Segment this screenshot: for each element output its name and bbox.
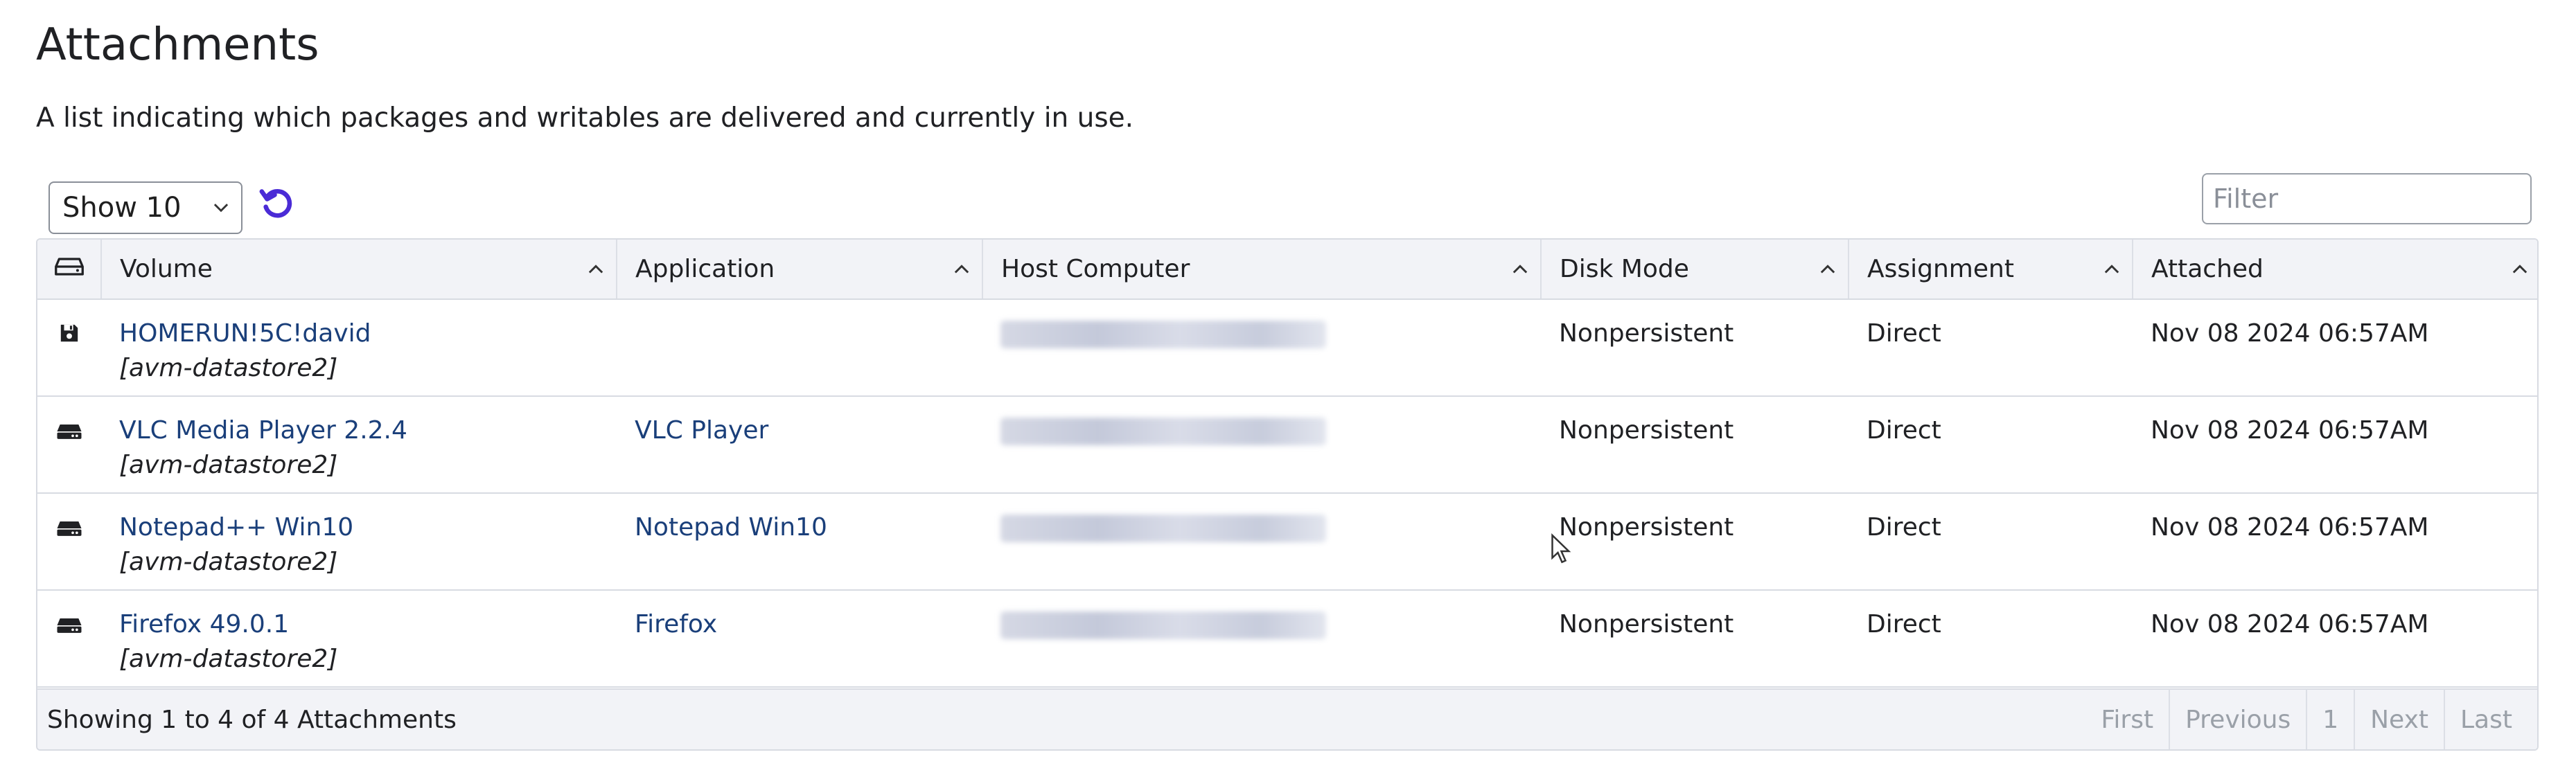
column-header-attached[interactable]: Attached	[2133, 240, 2537, 300]
table-row: HOMERUN!5C!david [avm-datastore2] Nonper…	[37, 299, 2537, 396]
assignment-cell: Direct	[1867, 416, 1941, 445]
attached-cell: Nov 08 2024 06:57AM	[2151, 416, 2429, 445]
volume-link[interactable]: Firefox 49.0.1	[119, 607, 599, 642]
package-drive-icon	[57, 425, 82, 439]
assignment-cell: Direct	[1867, 513, 1941, 542]
assignment-cell: Direct	[1867, 319, 1941, 348]
package-drive-icon	[57, 521, 82, 536]
host-computer-redacted	[1000, 418, 1326, 445]
page: Attachments A list indicating which pack…	[0, 0, 2576, 768]
mouse-cursor-icon	[1551, 533, 1571, 564]
pagination-first[interactable]: First	[2085, 689, 2169, 749]
sort-asc-icon	[2104, 265, 2119, 274]
volume-link[interactable]: HOMERUN!5C!david	[119, 316, 599, 351]
attached-cell: Nov 08 2024 06:57AM	[2151, 319, 2429, 348]
page-title: Attachments	[36, 19, 319, 71]
table-header-row: Volume Application Host Computer Disk Mo…	[37, 240, 2537, 300]
chevron-down-icon	[213, 204, 229, 213]
sort-asc-icon	[1820, 265, 1835, 274]
application-cell	[617, 299, 982, 396]
column-header-volume[interactable]: Volume	[101, 240, 617, 300]
volume-link[interactable]: VLC Media Player 2.2.4	[119, 413, 599, 448]
refresh-icon[interactable]	[258, 184, 297, 223]
pagination-previous[interactable]: Previous	[2169, 689, 2306, 749]
host-computer-redacted	[1000, 611, 1326, 639]
drive-icon	[54, 258, 84, 276]
volume-datastore: [avm-datastore2]	[119, 548, 338, 576]
page-size-select[interactable]: Show 10	[48, 181, 242, 234]
volume-cell: Firefox 49.0.1 [avm-datastore2]	[101, 590, 617, 687]
host-computer-cell	[982, 590, 1541, 687]
volume-cell: Notepad++ Win10 [avm-datastore2]	[101, 493, 617, 590]
volume-datastore: [avm-datastore2]	[119, 451, 338, 479]
filter-input[interactable]	[2202, 173, 2532, 224]
sort-asc-icon	[588, 265, 603, 274]
attached-cell: Nov 08 2024 06:57AM	[2151, 513, 2429, 542]
row-type-cell	[37, 493, 101, 590]
host-computer-redacted	[1000, 515, 1326, 542]
row-type-cell	[37, 299, 101, 396]
package-drive-icon	[57, 618, 82, 633]
page-description: A list indicating which packages and wri…	[36, 102, 1134, 134]
table-row: Notepad++ Win10 [avm-datastore2] Notepad…	[37, 493, 2537, 590]
pagination-info: Showing 1 to 4 of 4 Attachments	[47, 705, 457, 734]
application-cell: Notepad Win10	[617, 493, 982, 590]
attachments-table: Volume Application Host Computer Disk Mo…	[36, 238, 2539, 751]
attached-cell: Nov 08 2024 06:57AM	[2151, 610, 2429, 638]
row-type-cell	[37, 396, 101, 493]
disk-mode-cell: Nonpersistent	[1559, 416, 1734, 445]
host-computer-cell	[982, 396, 1541, 493]
column-header-disk-mode[interactable]: Disk Mode	[1541, 240, 1849, 300]
host-computer-cell	[982, 299, 1541, 396]
volume-link[interactable]: Notepad++ Win10	[119, 510, 599, 545]
disk-mode-cell: Nonpersistent	[1559, 513, 1734, 542]
disk-mode-cell: Nonpersistent	[1559, 610, 1734, 638]
column-header-host-computer[interactable]: Host Computer	[982, 240, 1542, 300]
volume-datastore: [avm-datastore2]	[119, 354, 338, 382]
sort-asc-icon	[2512, 265, 2528, 274]
pagination-last[interactable]: Last	[2444, 689, 2528, 749]
volume-datastore: [avm-datastore2]	[119, 645, 338, 673]
application-link[interactable]: Notepad Win10	[635, 513, 827, 542]
pagination-next[interactable]: Next	[2354, 689, 2444, 749]
sort-asc-icon	[1512, 265, 1528, 274]
type-column-header[interactable]	[37, 240, 102, 300]
volume-cell: VLC Media Player 2.2.4 [avm-datastore2]	[101, 396, 617, 493]
pagination: First Previous 1 Next Last	[2085, 689, 2528, 749]
column-header-application[interactable]: Application	[617, 240, 983, 300]
volume-cell: HOMERUN!5C!david [avm-datastore2]	[101, 299, 617, 396]
host-computer-redacted	[1000, 321, 1326, 348]
pagination-page-1[interactable]: 1	[2306, 689, 2354, 749]
application-cell: VLC Player	[617, 396, 982, 493]
application-link[interactable]: VLC Player	[635, 416, 768, 445]
table-row: Firefox 49.0.1 [avm-datastore2] Firefox …	[37, 590, 2537, 687]
page-size-value: Show 10	[62, 192, 182, 224]
column-header-assignment[interactable]: Assignment	[1849, 240, 2133, 300]
application-cell: Firefox	[617, 590, 982, 687]
floppy-disk-icon	[60, 324, 78, 342]
row-type-cell	[37, 590, 101, 687]
disk-mode-cell: Nonpersistent	[1559, 319, 1734, 348]
application-link[interactable]: Firefox	[635, 610, 717, 638]
table-row: VLC Media Player 2.2.4 [avm-datastore2] …	[37, 396, 2537, 493]
assignment-cell: Direct	[1867, 610, 1941, 638]
table-footer: Showing 1 to 4 of 4 Attachments First Pr…	[37, 688, 2537, 749]
host-computer-cell	[982, 493, 1541, 590]
sort-asc-icon	[954, 265, 969, 274]
